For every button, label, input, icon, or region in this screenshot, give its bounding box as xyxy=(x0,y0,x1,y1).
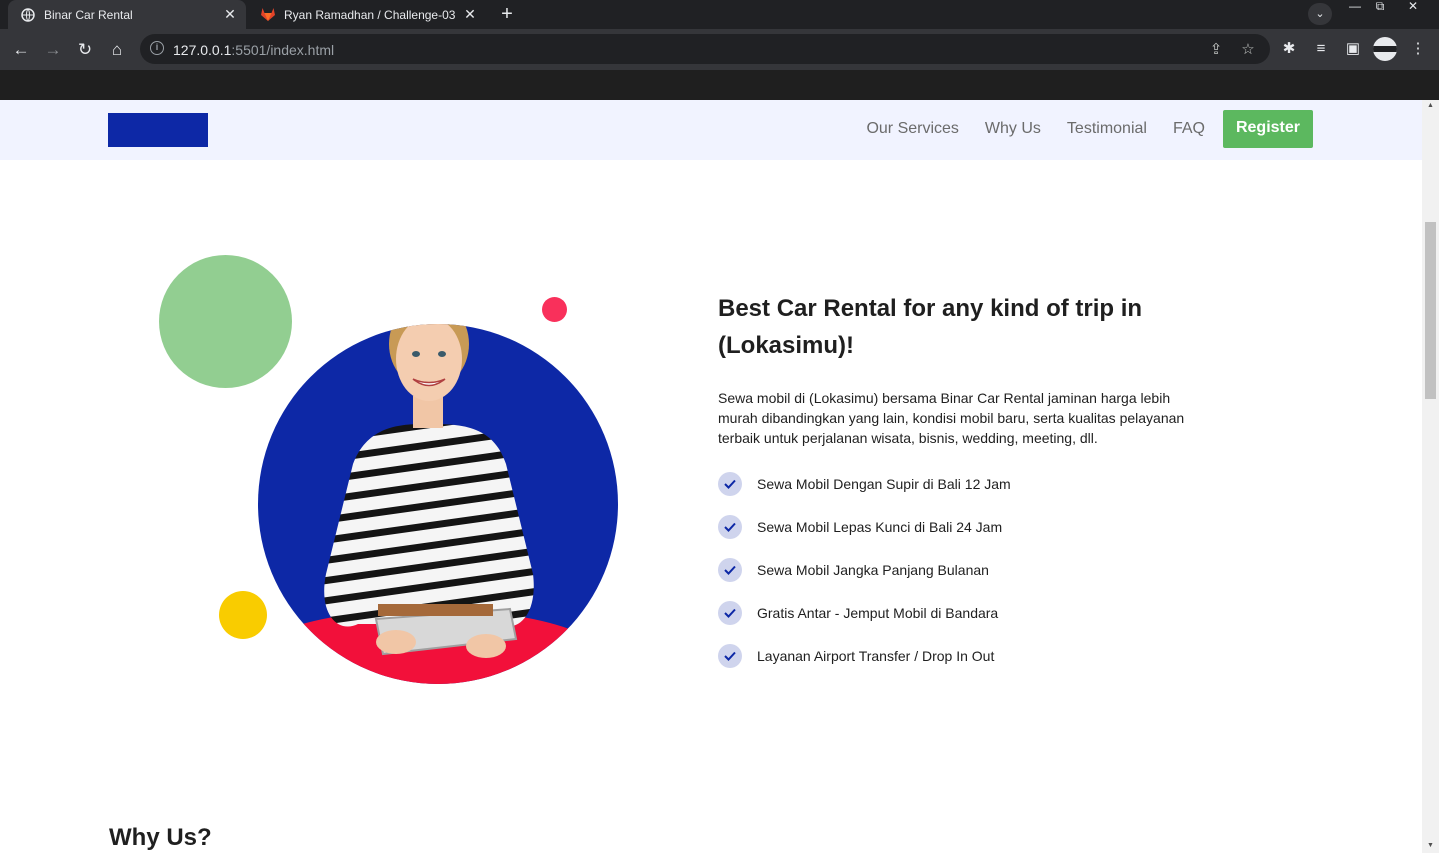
close-tab-icon[interactable]: ✕ xyxy=(460,6,480,23)
share-icon[interactable]: ⇪ xyxy=(1206,40,1226,60)
profile-avatar[interactable] xyxy=(1373,37,1397,61)
tab-title: Binar Car Rental xyxy=(44,7,133,22)
forward-arrow-icon[interactable]: → xyxy=(41,38,65,62)
nav-link-testimonial[interactable]: Testimonial xyxy=(1067,120,1147,138)
tab-search-chevron-icon[interactable]: ⌄ xyxy=(1308,3,1332,25)
decor-yellow-circle xyxy=(219,591,267,639)
checklist-text: Gratis Antar - Jemput Mobil di Bandara xyxy=(757,604,999,621)
scroll-down-icon[interactable]: ▼ xyxy=(1426,842,1435,849)
hero-woman-image xyxy=(258,324,618,684)
scroll-up-icon[interactable]: ▲ xyxy=(1426,102,1435,109)
tab-title: Ryan Ramadhan / Challenge-03 · xyxy=(284,7,460,22)
gitlab-icon xyxy=(260,7,276,23)
hero-description: Sewa mobil di (Lokasimu) bersama Binar C… xyxy=(718,390,1185,446)
service-checklist: Sewa Mobil Dengan Supir di Bali 12 Jam S… xyxy=(718,462,1188,677)
restore-icon[interactable]: ⧉ xyxy=(1365,0,1395,14)
site-navbar: Our Services Why Us Testimonial FAQ Regi… xyxy=(0,100,1422,160)
why-us-heading: Why Us? xyxy=(109,824,212,851)
list-item: Sewa Mobil Dengan Supir di Bali 12 Jam xyxy=(718,462,1188,505)
list-item: Sewa Mobil Lepas Kunci di Bali 24 Jam xyxy=(718,505,1188,548)
extensions-puzzle-icon[interactable]: ✱ xyxy=(1278,38,1300,60)
reload-icon[interactable]: ↻ xyxy=(73,38,97,62)
checklist-text: Layanan Airport Transfer / Drop In Out xyxy=(757,647,995,664)
nav-link-why-us[interactable]: Why Us xyxy=(985,120,1041,138)
checklist-text: Sewa Mobil Lepas Kunci di Bali 24 Jam xyxy=(757,518,1003,535)
site-info-icon[interactable]: i xyxy=(150,41,164,55)
globe-icon xyxy=(20,7,36,23)
side-panel-icon[interactable]: ▣ xyxy=(1342,38,1364,60)
checklist-text: Sewa Mobil Jangka Panjang Bulanan xyxy=(757,561,989,578)
hero-content: Best Car Rental for any kind of trip in … xyxy=(718,290,1188,677)
checkmark-icon xyxy=(718,514,742,539)
bookmark-star-icon[interactable]: ☆ xyxy=(1238,40,1258,60)
close-window-icon[interactable]: ✕ xyxy=(1398,0,1428,14)
page-scrollbar[interactable]: ▲ ▼ xyxy=(1422,100,1439,853)
menu-kebab-icon[interactable]: ⋮ xyxy=(1407,38,1429,60)
register-button[interactable]: Register xyxy=(1222,110,1313,148)
url-text[interactable]: 127.0.0.1:5501/index.html xyxy=(173,42,334,58)
nav-link-faq[interactable]: FAQ xyxy=(1173,120,1205,138)
hero-illustration xyxy=(159,255,619,685)
close-tab-icon[interactable]: ✕ xyxy=(220,6,240,23)
nav-links: Our Services Why Us Testimonial FAQ Regi… xyxy=(840,110,1313,148)
back-arrow-icon[interactable]: ← xyxy=(9,38,33,62)
decor-green-circle xyxy=(159,255,292,388)
woman-with-tablet-illustration xyxy=(258,324,618,684)
checkmark-icon xyxy=(718,643,742,668)
checkmark-icon xyxy=(718,557,742,582)
tab-binar-car-rental[interactable]: Binar Car Rental ✕ xyxy=(8,0,246,29)
new-tab-button[interactable]: + xyxy=(495,3,519,27)
checkmark-icon xyxy=(718,600,742,625)
decor-red-circle xyxy=(542,297,567,322)
page-viewport: Our Services Why Us Testimonial FAQ Regi… xyxy=(0,100,1422,853)
hero-title: Best Car Rental for any kind of trip in … xyxy=(718,295,1143,359)
list-item: Gratis Antar - Jemput Mobil di Bandara xyxy=(718,591,1188,634)
reading-list-icon[interactable]: ≡ xyxy=(1310,38,1332,60)
tab-gitlab-challenge[interactable]: Ryan Ramadhan / Challenge-03 · ✕ xyxy=(248,0,486,29)
scrollbar-thumb[interactable] xyxy=(1425,222,1436,399)
nav-link-our-services[interactable]: Our Services xyxy=(866,120,958,138)
checkmark-icon xyxy=(718,471,742,496)
browser-content-top-band xyxy=(0,70,1439,100)
browser-tab-bar: Binar Car Rental ✕ Ryan Ramadhan / Chall… xyxy=(0,0,1439,29)
checklist-text: Sewa Mobil Dengan Supir di Bali 12 Jam xyxy=(757,475,1011,492)
list-item: Sewa Mobil Jangka Panjang Bulanan xyxy=(718,548,1188,591)
browser-toolbar: ← → ↻ ⌂ i 127.0.0.1:5501/index.html ⇪ ☆ … xyxy=(0,29,1439,70)
list-item: Layanan Airport Transfer / Drop In Out xyxy=(718,634,1188,677)
home-icon[interactable]: ⌂ xyxy=(105,38,129,62)
site-logo[interactable] xyxy=(108,113,208,147)
address-bar[interactable]: i 127.0.0.1:5501/index.html ⇪ ☆ xyxy=(140,34,1270,64)
